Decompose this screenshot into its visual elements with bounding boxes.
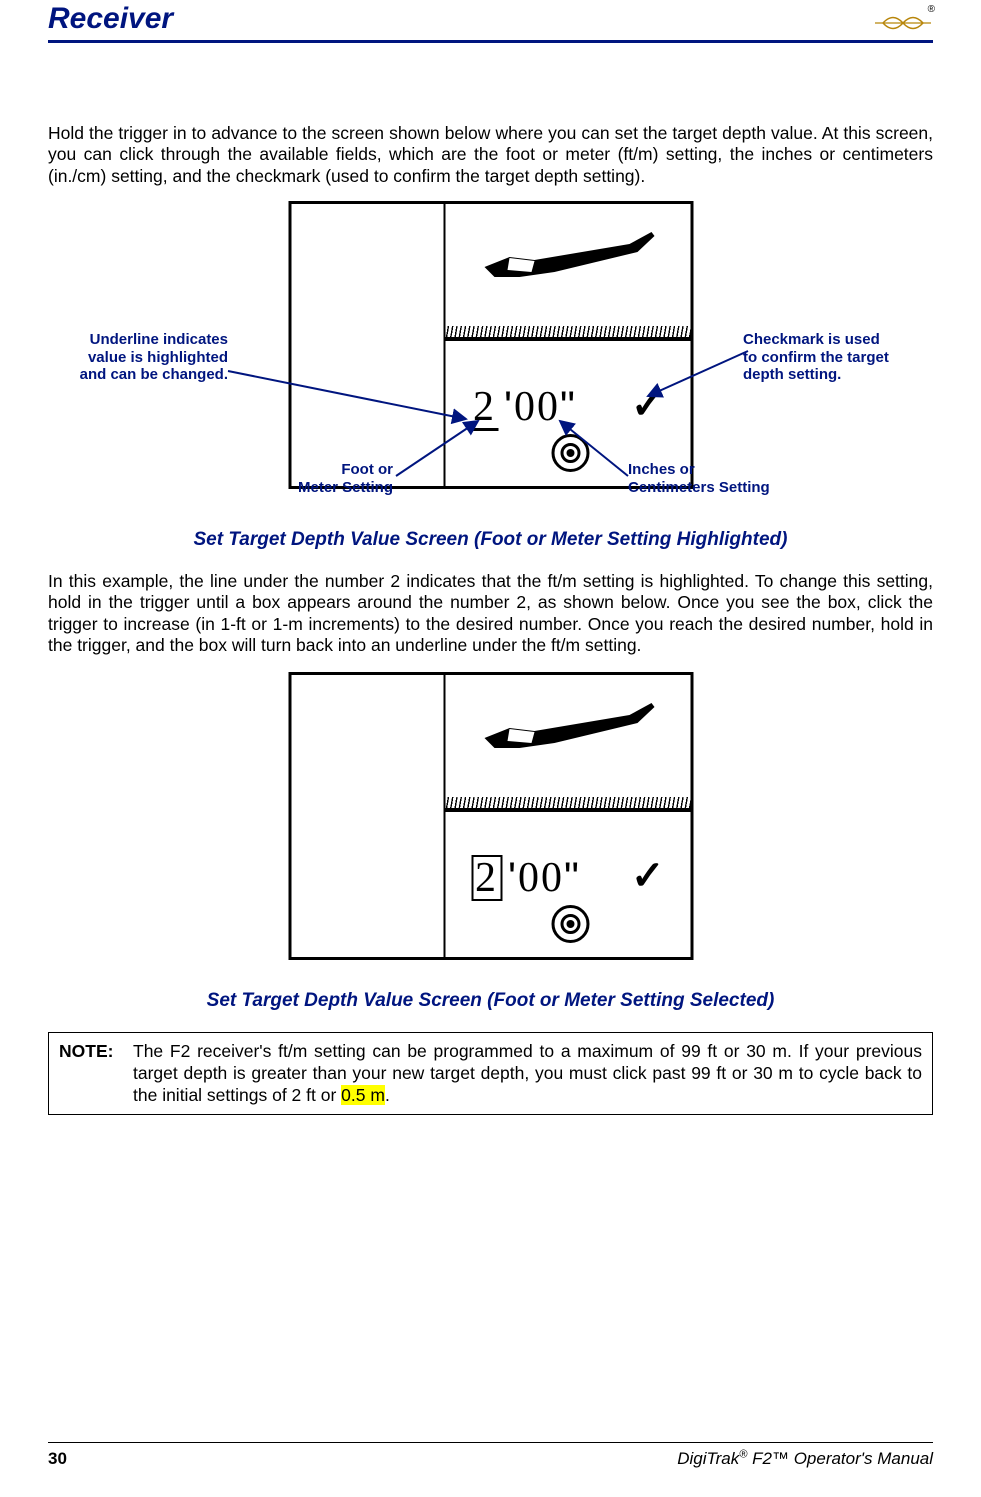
figure-2: 2 ' 00 " ✓ [48,672,933,972]
callout-inches: Inches or Centimeters Setting [628,461,848,496]
device-screen-2: 2 ' 00 " ✓ [288,672,693,960]
callout-foot-meter: Foot or Meter Setting [183,461,393,496]
ground-grass [443,326,690,337]
inches-value: 00 [514,383,560,431]
note-box: NOTE: The F2 receiver's ft/m setting can… [48,1032,933,1115]
ground-line-2 [443,808,690,812]
depth-readout-2: 2 ' 00 " [471,853,581,902]
note-label: NOTE: [59,1041,133,1106]
ground-grass-2 [443,797,690,808]
page-header: Receiver ® [48,0,933,36]
feet-mark: ' [504,382,514,430]
section-title: Receiver [48,2,173,36]
inches-mark: " [560,382,577,430]
figure-1: 2 ' 00 " ✓ Underline indicates value is … [48,201,933,511]
figure-2-caption: Set Target Depth Value Screen (Foot or M… [48,990,933,1012]
note-text: The F2 receiver's ft/m setting can be pr… [133,1041,922,1106]
feet-mark-2: ' [508,853,518,901]
trademark-symbol: ® [928,4,935,15]
screen-vertical-divider-2 [443,675,445,957]
screen-vertical-divider [443,204,445,486]
drill-head-icon [479,222,659,297]
paragraph-2: In this example, the line under the numb… [48,571,933,656]
figure-1-caption: Set Target Depth Value Screen (Foot or M… [48,529,933,551]
device-screen-1: 2 ' 00 " ✓ [288,201,693,489]
highlighted-value: 0.5 m [341,1085,385,1105]
inches-value-2: 00 [518,854,564,902]
paragraph-1: Hold the trigger in to advance to the sc… [48,123,933,187]
company-logo: ® [873,10,933,36]
callout-checkmark: Checkmark is used to confirm the target … [743,331,963,384]
page-number: 30 [48,1449,67,1469]
checkmark-icon: ✓ [631,382,665,428]
page-footer: 30 DigiTrak® F2™ Operator's Manual [48,1442,933,1469]
callout-underline: Underline indicates value is highlighted… [18,331,228,384]
depth-readout: 2 ' 00 " [471,382,577,431]
ground-line [443,337,690,341]
feet-value-boxed: 2 [471,855,502,901]
manual-title: DigiTrak® F2™ Operator's Manual [677,1449,933,1469]
drill-head-icon-2 [479,693,659,768]
feet-value-underlined: 2 [471,388,498,431]
checkmark-icon-2: ✓ [631,853,665,899]
footer-rule [48,1442,933,1443]
target-icon-2 [551,905,589,943]
inches-mark-2: " [564,853,581,901]
target-icon [551,434,589,472]
